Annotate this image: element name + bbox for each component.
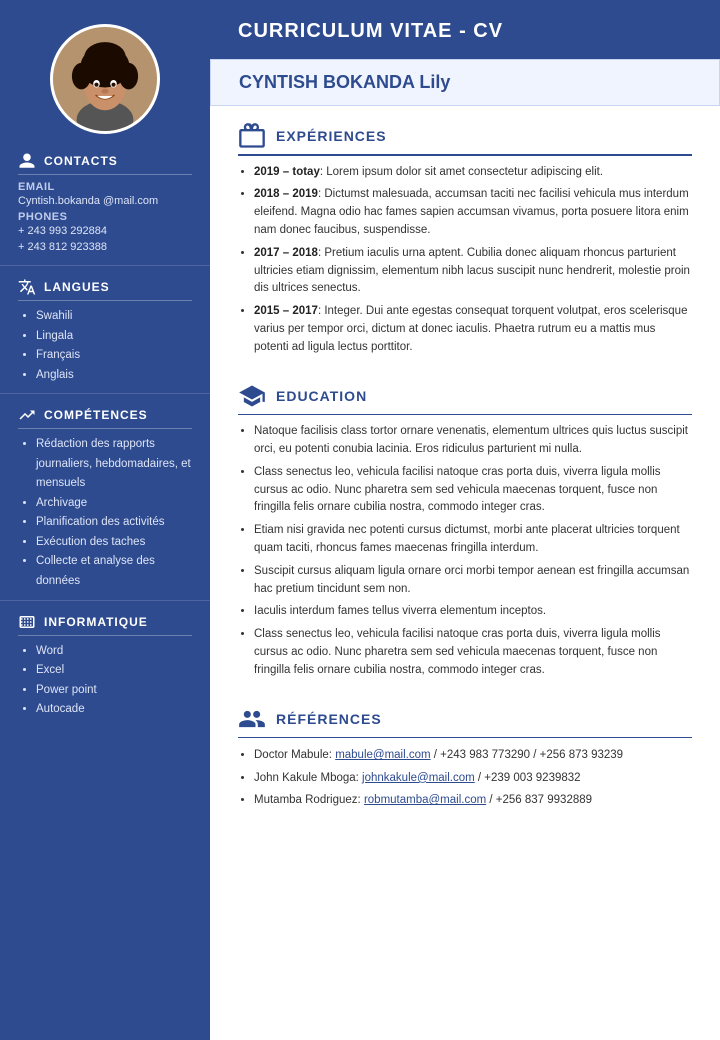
education-divider [238,414,692,416]
informatique-section: INFORMATIQUE Word Excel Power point Auto… [0,603,210,726]
list-item: Iaculis interdum fames tellus viverra el… [254,603,692,621]
education-icon [238,382,266,410]
education-title: EDUCATION [276,388,367,404]
competences-title: COMPÉTENCES [18,406,192,429]
ref3-email[interactable]: robmutamba@mail.com [364,794,486,806]
list-item: Planification des activités [36,513,192,533]
langues-list: Swahili Lingala Français Anglais [18,307,192,385]
list-item: Français [36,346,192,366]
list-item: Suscipit cursus aliquam ligula ornare or… [254,563,692,599]
education-list: Natoque facilisis class tortor ornare ve… [238,423,692,680]
list-item: Rédaction des rapports journaliers, hebd… [36,435,192,494]
name-bar: CYNTISH BOKANDA Lily [210,59,720,106]
list-item: 2017 – 2018: Pretium iaculis urna aptent… [254,245,692,298]
phone1-value: + 243 993 292884 [18,225,192,237]
page-title: CURRICULUM VITAE - CV [238,20,692,43]
langues-icon [18,278,36,296]
experiences-icon [238,122,266,150]
main-header: CURRICULUM VITAE - CV [210,0,720,59]
list-item: Class senectus leo, vehicula facilisi na… [254,626,692,679]
list-item: Archivage [36,494,192,514]
ref3-name: Mutamba Rodriguez: [254,794,364,806]
ref1-email[interactable]: mabule@mail.com [335,749,430,761]
ref2-email[interactable]: johnkakule@mail.com [362,772,475,784]
informatique-icon [18,613,36,631]
email-value: Cyntish.bokanda @mail.com [18,195,192,207]
references-divider [238,737,692,739]
list-item: Collecte et analyse des données [36,552,192,591]
informatique-list: Word Excel Power point Autocade [18,642,192,720]
experiences-title: EXPÉRIENCES [276,128,387,144]
phone2-value: + 243 812 923388 [18,241,192,253]
contacts-section: CONTACTS EMAIL Cyntish.bokanda @mail.com… [0,142,210,263]
ref2-name: John Kakule Mboga: [254,772,362,784]
phones-label: PHONES [18,211,192,223]
experiences-divider [238,154,692,156]
langues-title: LANGUES [18,278,192,301]
list-item: Mutamba Rodriguez: robmutamba@mail.com /… [254,791,692,811]
experiences-section: EXPÉRIENCES 2019 – totay: Lorem ipsum do… [210,116,720,370]
list-item: Anglais [36,366,192,386]
list-item: Natoque facilisis class tortor ornare ve… [254,423,692,459]
references-title: RÉFÉRENCES [276,711,382,727]
main-content: CURRICULUM VITAE - CV CYNTISH BOKANDA Li… [210,0,720,1040]
list-item: John Kakule Mboga: johnkakule@mail.com /… [254,769,692,789]
list-item: 2015 – 2017: Integer. Dui ante egestas c… [254,303,692,356]
list-item: 2018 – 2019: Dictumst malesuada, accumsa… [254,186,692,239]
competences-icon [18,406,36,424]
sidebar-arrow [160,63,180,95]
references-icon [238,705,266,733]
list-item: Etiam nisi gravida nec potenti cursus di… [254,522,692,558]
list-item: Exécution des taches [36,533,192,553]
list-item: 2019 – totay: Lorem ipsum dolor sit amet… [254,164,692,182]
references-list: Doctor Mabule: mabule@mail.com / +243 98… [238,746,692,811]
experiences-title-row: EXPÉRIENCES [238,122,692,150]
ref2-rest: / +239 003 9239832 [475,772,581,784]
list-item: Autocade [36,700,192,720]
references-section: RÉFÉRENCES Doctor Mabule: mabule@mail.co… [210,699,720,822]
list-item: Excel [36,661,192,681]
candidate-name: CYNTISH BOKANDA Lily [239,72,691,93]
avatar-container [50,24,160,134]
competences-list: Rédaction des rapports journaliers, hebd… [18,435,192,591]
contacts-icon [18,152,36,170]
education-section: EDUCATION Natoque facilisis class tortor… [210,376,720,693]
ref1-name: Doctor Mabule: [254,749,335,761]
list-item: Word [36,642,192,662]
education-title-row: EDUCATION [238,382,692,410]
contacts-title: CONTACTS [18,152,192,175]
email-label: EMAIL [18,181,192,193]
list-item: Doctor Mabule: mabule@mail.com / +243 98… [254,746,692,766]
list-item: Lingala [36,327,192,347]
list-item: Swahili [36,307,192,327]
list-item: Class senectus leo, vehicula facilisi na… [254,464,692,517]
competences-section: COMPÉTENCES Rédaction des rapports journ… [0,396,210,597]
references-title-row: RÉFÉRENCES [238,705,692,733]
ref3-rest: / +256 837 9932889 [486,794,592,806]
sidebar: CONTACTS EMAIL Cyntish.bokanda @mail.com… [0,0,210,1040]
langues-section: LANGUES Swahili Lingala Français Anglais [0,268,210,391]
informatique-title: INFORMATIQUE [18,613,192,636]
experiences-list: 2019 – totay: Lorem ipsum dolor sit amet… [238,164,692,357]
list-item: Power point [36,681,192,701]
avatar [50,24,160,134]
ref1-rest: / +243 983 773290 / +256 873 93239 [431,749,624,761]
